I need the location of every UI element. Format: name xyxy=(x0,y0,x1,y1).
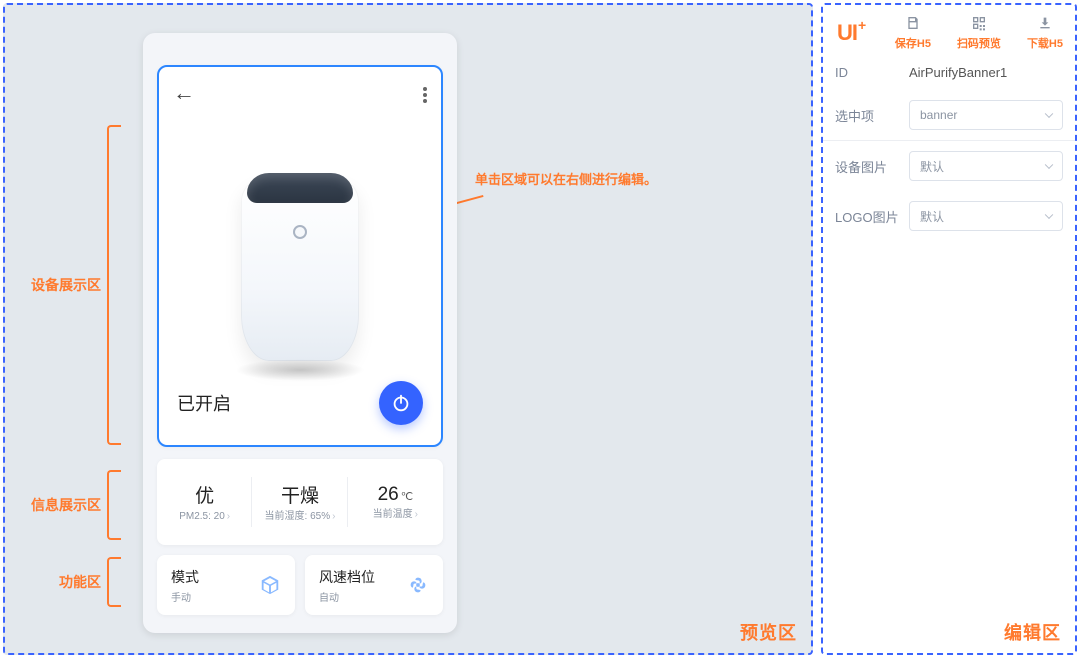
func-fan-sub: 自动 xyxy=(319,589,375,604)
device-img-value: 默认 xyxy=(920,158,944,175)
preview-region: 设备展示区 信息展示区 功能区 单击区域可以在右侧进行编辑。 ← xyxy=(3,3,813,655)
annotation-func-label: 功能区 xyxy=(59,572,101,592)
qr-icon xyxy=(970,15,988,31)
info-temp[interactable]: 26℃ 当前温度› xyxy=(348,459,443,545)
qr-preview-button[interactable]: 扫码预览 xyxy=(957,15,1001,51)
back-arrow-icon[interactable]: ← xyxy=(173,82,195,104)
stage: 设备展示区 信息展示区 功能区 单击区域可以在右侧进行编辑。 ← xyxy=(0,0,1080,658)
more-icon[interactable] xyxy=(423,87,427,103)
power-icon xyxy=(390,392,412,414)
fan-icon xyxy=(407,574,429,596)
annotation-func: 功能区 xyxy=(59,557,121,607)
func-mode-sub: 手动 xyxy=(171,589,199,604)
save-h5-button[interactable]: 保存H5 xyxy=(895,15,931,51)
func-mode-card[interactable]: 模式 手动 xyxy=(157,555,295,615)
prop-selected-row: 选中项 banner xyxy=(823,90,1075,140)
power-state-label: 已开启 xyxy=(177,390,231,416)
prop-selected-label: 选中项 xyxy=(835,106,899,125)
info-temp-sub: 当前温度› xyxy=(373,509,418,521)
selected-item-value: banner xyxy=(920,108,957,122)
function-row: 模式 手动 风速档位 自动 xyxy=(157,555,443,615)
editor-actions: 保存H5 扫码预览 下载H5 xyxy=(895,15,1063,51)
info-humid-sub: 当前湿度: 65%› xyxy=(265,511,336,523)
info-pm25-sub: PM2.5: 20› xyxy=(179,511,230,523)
preview-region-label: 预览区 xyxy=(740,619,797,645)
logo: UI+ xyxy=(837,20,865,46)
func-mode-title: 模式 xyxy=(171,567,199,587)
annotation-click-hint: 单击区域可以在右侧进行编辑。 xyxy=(475,169,657,188)
func-fan-card[interactable]: 风速档位 自动 xyxy=(305,555,443,615)
info-humid[interactable]: 干燥 当前湿度: 65%› xyxy=(252,459,347,545)
prop-logo-img-row: LOGO图片 默认 xyxy=(823,191,1075,241)
logo-img-select[interactable]: 默认 xyxy=(909,201,1063,231)
logo-img-value: 默认 xyxy=(920,208,944,225)
device-shadow xyxy=(235,359,365,381)
prop-id-label: ID xyxy=(835,65,899,80)
download-h5-button[interactable]: 下载H5 xyxy=(1027,15,1063,51)
save-icon xyxy=(904,15,922,31)
power-button[interactable] xyxy=(379,381,423,425)
editor-region-label: 编辑区 xyxy=(1004,619,1061,645)
selected-item-select[interactable]: banner xyxy=(909,100,1063,130)
qr-preview-label: 扫码预览 xyxy=(957,35,1001,51)
info-humid-value: 干燥 xyxy=(281,481,319,508)
prop-device-img-label: 设备图片 xyxy=(835,157,899,176)
chevron-right-icon: › xyxy=(332,511,335,523)
cube-icon xyxy=(259,574,281,596)
annotation-info-label: 信息展示区 xyxy=(31,495,101,515)
annotation-info: 信息展示区 xyxy=(31,470,121,540)
banner-header: ← xyxy=(173,81,427,109)
prop-device-img-row: 设备图片 默认 xyxy=(823,140,1075,191)
info-card[interactable]: 优 PM2.5: 20› 干燥 当前湿度: 65%› 26℃ xyxy=(157,459,443,545)
info-pm25[interactable]: 优 PM2.5: 20› xyxy=(157,459,252,545)
prop-logo-img-label: LOGO图片 xyxy=(835,207,899,226)
info-temp-value: 26℃ xyxy=(378,484,414,506)
download-icon xyxy=(1036,15,1054,31)
prop-id-value: AirPurifyBanner1 xyxy=(909,65,1063,80)
device-illustration xyxy=(241,177,359,361)
editor-header: UI+ 保存H5 扫码预览 xyxy=(823,5,1075,55)
device-img-select[interactable]: 默认 xyxy=(909,151,1063,181)
func-fan-title: 风速档位 xyxy=(319,567,375,587)
chevron-right-icon: › xyxy=(227,511,230,523)
save-h5-label: 保存H5 xyxy=(895,35,931,51)
annotation-display-label: 设备展示区 xyxy=(31,275,101,295)
chevron-right-icon: › xyxy=(415,509,418,521)
annotation-display: 设备展示区 xyxy=(31,125,121,445)
info-pm25-value: 优 xyxy=(195,481,214,508)
phone-mock: ← 已开启 xyxy=(143,33,457,633)
editor-region: UI+ 保存H5 扫码预览 xyxy=(821,3,1077,655)
banner-card[interactable]: ← 已开启 xyxy=(157,65,443,447)
power-row: 已开启 xyxy=(177,381,423,425)
download-h5-label: 下载H5 xyxy=(1027,35,1063,51)
prop-id-row: ID AirPurifyBanner1 xyxy=(823,55,1075,90)
